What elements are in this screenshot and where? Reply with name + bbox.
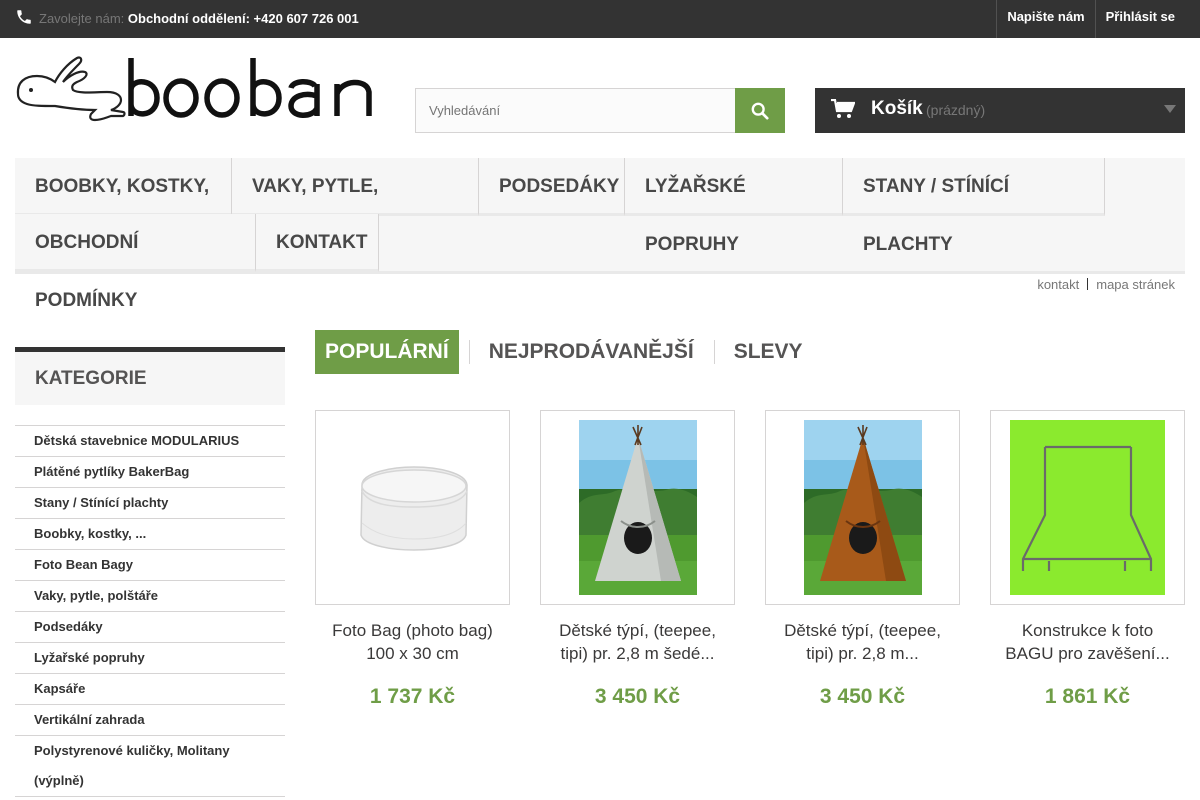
- phone-icon: [17, 10, 31, 24]
- menu-item-lyzarske-popruhy[interactable]: Lyžařské popruhy: [625, 158, 843, 255]
- product-card: Konstrukce k foto BAGU pro zavěšení... 1…: [990, 410, 1185, 709]
- category-item[interactable]: Polystyrenové kuličky, Molitany (výplně): [15, 736, 285, 797]
- tab-bestsellers[interactable]: Nejprodávanější: [468, 330, 704, 374]
- product-card: Dětské týpí, (teepee, tipi) pr. 2,8 m še…: [540, 410, 735, 709]
- tab-popular[interactable]: Populární: [315, 330, 459, 374]
- cart-icon: [831, 99, 855, 118]
- call-us-text: Zavolejte nám: Obchodní oddělení: +420 6…: [39, 11, 359, 26]
- product-name[interactable]: Konstrukce k foto BAGU pro zavěšení...: [990, 619, 1185, 665]
- product-name[interactable]: Dětské týpí, (teepee, tipi) pr. 2,8 m še…: [540, 619, 735, 665]
- search-icon: [751, 102, 769, 120]
- category-item[interactable]: Dětská stavebnice MODULARIUS: [15, 426, 285, 457]
- menu-item-vaky[interactable]: Vaky, pytle, polštáře: [232, 158, 479, 255]
- category-item[interactable]: Stany / Stínící plachty: [15, 488, 285, 519]
- category-item[interactable]: Kapsáře: [15, 674, 285, 705]
- booban-logo[interactable]: [15, 52, 385, 124]
- top-links: Napište nám Přihlásit se: [996, 0, 1200, 38]
- product-price: 1 737 Kč: [369, 685, 456, 708]
- cart-button[interactable]: Košík (prázdný): [815, 88, 1185, 133]
- search-form: [415, 88, 785, 133]
- utility-links: kontakt mapa stránek: [1037, 277, 1175, 292]
- category-item[interactable]: Foto Bean Bagy: [15, 550, 285, 581]
- logo-lettering: [128, 58, 372, 118]
- categories-block: Kategorie Dětská stavebnice MODULARIUS P…: [15, 347, 285, 797]
- cart-label: Košík: [871, 98, 923, 119]
- categories-list: Dětská stavebnice MODULARIUS Plátěné pyt…: [15, 425, 285, 797]
- menu-item-stany[interactable]: Stany / stínící plachty: [843, 158, 1105, 255]
- main-menu: Boobky, kostky, ... Vaky, pytle, polštář…: [15, 158, 1185, 311]
- product-price: 3 450 Kč: [819, 685, 906, 708]
- tab-sale[interactable]: Slevy: [713, 330, 813, 374]
- product-image-link[interactable]: [990, 410, 1185, 605]
- category-item[interactable]: Plátěné pytlíky BakerBag: [15, 457, 285, 488]
- category-item[interactable]: Vaky, pytle, polštáře: [15, 581, 285, 612]
- sales-phone: Obchodní oddělení: +420 607 726 001: [127, 11, 359, 26]
- product-name[interactable]: Foto Bag (photo bag) 100 x 30 cm: [315, 619, 510, 665]
- menu-item-boobky[interactable]: Boobky, kostky, ...: [15, 158, 232, 255]
- menu-item-podsedaky[interactable]: Podsedáky: [479, 158, 625, 216]
- product-image-link[interactable]: [540, 410, 735, 605]
- product-tabs: Populární Nejprodávanější Slevy: [315, 330, 823, 374]
- search-button[interactable]: [735, 88, 785, 133]
- product-image: [1010, 420, 1165, 595]
- menu-item-kontakt[interactable]: Kontakt: [256, 214, 379, 272]
- product-image: [360, 466, 468, 551]
- cart-status: (prázdný): [926, 102, 986, 118]
- divider: [1087, 278, 1089, 290]
- product-price: 3 450 Kč: [594, 685, 681, 708]
- top-bar: Zavolejte nám: Obchodní oddělení: +420 6…: [0, 0, 1200, 38]
- category-item[interactable]: Podsedáky: [15, 612, 285, 643]
- contact-us-link[interactable]: Napište nám: [996, 0, 1094, 38]
- product-card: Dětské týpí, (teepee, tipi) pr. 2,8 m...…: [765, 410, 960, 709]
- product-image: [804, 420, 922, 595]
- product-image-link[interactable]: [315, 410, 510, 605]
- sitemap-link[interactable]: mapa stránek: [1096, 277, 1175, 292]
- search-input[interactable]: [415, 88, 735, 133]
- contact-link[interactable]: kontakt: [1037, 277, 1079, 292]
- menu-item-obchodni-podminky[interactable]: Obchodní podmínky: [15, 214, 256, 311]
- category-item[interactable]: Vertikální zahrada: [15, 705, 285, 736]
- chevron-down-icon: [1164, 105, 1176, 113]
- call-prefix: Zavolejte nám:: [39, 11, 125, 26]
- product-price: 1 861 Kč: [1044, 685, 1131, 708]
- product-image: [579, 420, 697, 595]
- product-image-link[interactable]: [765, 410, 960, 605]
- product-name[interactable]: Dětské týpí, (teepee, tipi) pr. 2,8 m...: [765, 619, 960, 665]
- category-item[interactable]: Lyžařské popruhy: [15, 643, 285, 674]
- product-card: Foto Bag (photo bag) 100 x 30 cm 1 737 K…: [315, 410, 510, 709]
- login-link[interactable]: Přihlásit se: [1094, 0, 1200, 38]
- category-item[interactable]: Boobky, kostky, ...: [15, 519, 285, 550]
- categories-title: Kategorie: [15, 347, 285, 405]
